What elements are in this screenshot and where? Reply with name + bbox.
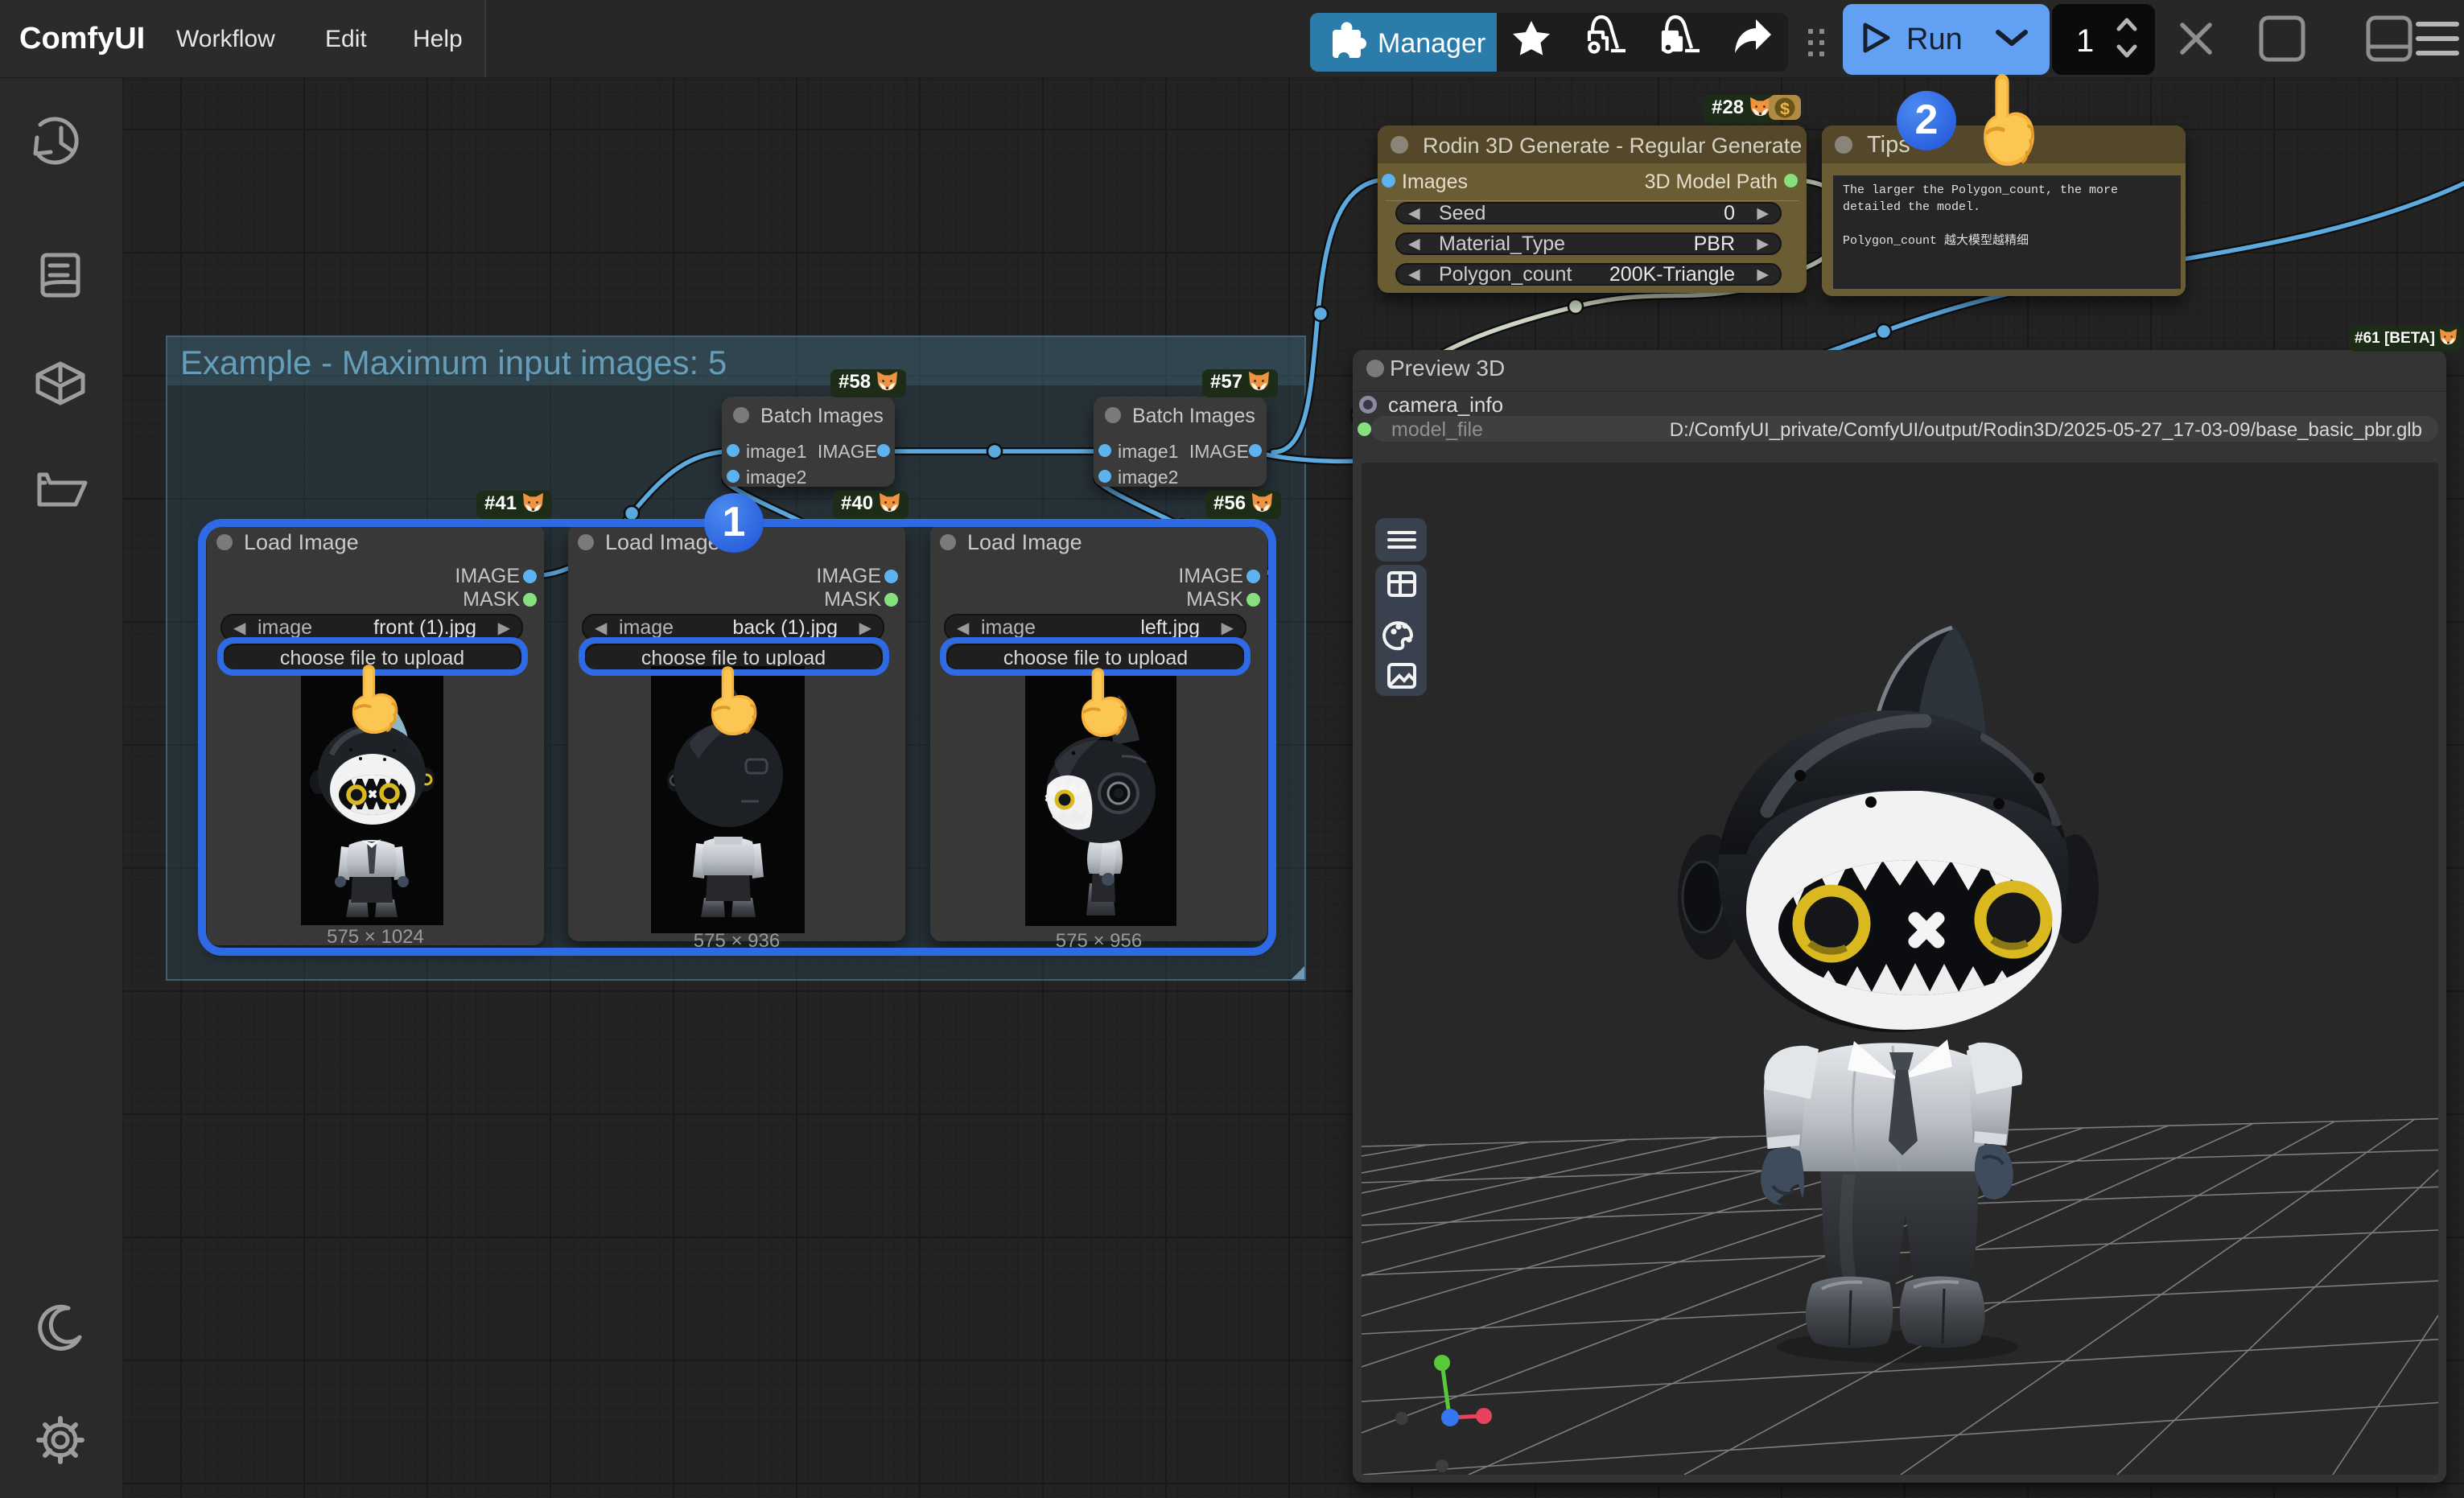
svg-text:$: $	[1780, 98, 1790, 118]
